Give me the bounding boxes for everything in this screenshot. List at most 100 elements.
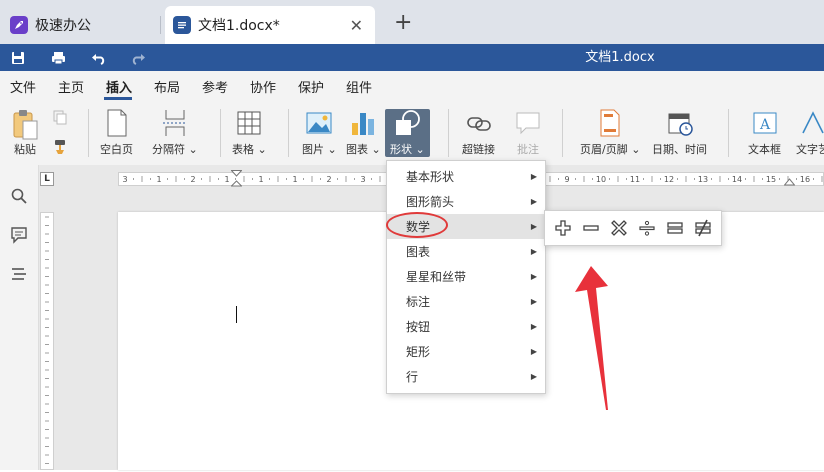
textart-button[interactable]: 文字艺 [796, 109, 824, 157]
table-button[interactable]: 表格 ⌄ [232, 109, 267, 157]
shape-label: 形状 ⌄ [390, 141, 425, 157]
paste-label: 粘贴 [14, 141, 36, 157]
textart-label: 文字艺 [796, 141, 824, 157]
calendar-icon [666, 109, 694, 137]
undo-icon[interactable] [90, 50, 106, 66]
menu-bar: 文件 主页 插入 布局 参考 协作 保护 组件 [0, 71, 824, 101]
textbox-button[interactable]: A 文本框 [748, 109, 781, 157]
menu-item-stars-ribbons[interactable]: 星星和丝带▶ [387, 264, 545, 289]
menu-plugins[interactable]: 组件 [346, 77, 372, 96]
submenu-arrow-icon: ▶ [531, 222, 537, 231]
table-icon [236, 109, 262, 137]
ribbon-divider [562, 109, 563, 157]
minus-shape-icon[interactable] [582, 219, 600, 237]
picture-icon [305, 109, 333, 137]
menu-item-basic-shapes[interactable]: 基本形状▶ [387, 164, 545, 189]
clipboard-icon [10, 109, 40, 141]
textart-icon [799, 109, 824, 137]
menu-home[interactable]: 主页 [58, 77, 84, 96]
picture-button[interactable]: 图片 ⌄ [302, 109, 337, 157]
ruler-ticks [41, 213, 53, 469]
svg-text:A: A [758, 117, 770, 133]
ruler-number: 2 [326, 175, 331, 184]
menu-item-callouts[interactable]: 标注▶ [387, 289, 545, 314]
shapes-icon [393, 109, 421, 137]
tab-document[interactable]: 文档1.docx* ✕ [165, 6, 375, 44]
menu-file[interactable]: 文件 [10, 77, 36, 96]
ruler-number: 2 [190, 175, 195, 184]
table-label: 表格 ⌄ [232, 141, 267, 157]
search-icon[interactable] [10, 187, 28, 205]
menu-item-label: 行 [406, 368, 418, 385]
new-tab-plus-icon[interactable]: + [394, 10, 412, 36]
ruler-number: 16 [800, 175, 810, 184]
plus-shape-icon[interactable] [554, 219, 572, 237]
comment-label: 批注 [517, 141, 539, 157]
header-footer-button[interactable]: 页眉/页脚 ⌄ [580, 109, 640, 157]
comment-button: 批注 [514, 109, 542, 157]
blank-page-button[interactable]: 空白页 [100, 109, 133, 157]
divide-shape-icon[interactable] [638, 219, 656, 237]
tab-app-home[interactable]: 极速办公 [0, 6, 160, 44]
close-icon[interactable]: ✕ [350, 16, 363, 35]
left-sidebar [0, 165, 39, 470]
paste-button[interactable]: 粘贴 [10, 109, 40, 157]
window-title: 文档1.docx [560, 44, 680, 71]
ruler-number: 3 [122, 175, 127, 184]
ruler-number: 1 [292, 175, 297, 184]
print-icon[interactable] [50, 50, 66, 66]
ruler-number: 11 [630, 175, 640, 184]
doc-icon [173, 16, 191, 34]
blank-page-icon [105, 109, 129, 137]
ruler-number: 9 [564, 175, 569, 184]
navigation-icon[interactable] [10, 265, 28, 283]
menu-collaborate[interactable]: 协作 [250, 77, 276, 96]
header-footer-icon [597, 109, 623, 137]
not-equal-shape-icon[interactable] [694, 219, 712, 237]
ruler-number: 15 [766, 175, 776, 184]
ruler-number: 1 [156, 175, 161, 184]
comment-panel-icon[interactable] [10, 226, 28, 244]
ruler-number: 1 [224, 175, 229, 184]
active-tab-indicator [104, 97, 132, 100]
submenu-arrow-icon: ▶ [531, 247, 537, 256]
shape-dropdown-menu: 基本形状▶ 图形箭头▶ 数学▶ 图表▶ 星星和丝带▶ 标注▶ 按钮▶ 矩形▶ 行… [386, 160, 546, 394]
chart-label: 图表 ⌄ [346, 141, 381, 157]
menu-item-label: 基本形状 [406, 168, 454, 185]
save-icon[interactable] [10, 50, 26, 66]
hyperlink-button[interactable]: 超链接 [462, 109, 495, 157]
chart-button[interactable]: 图表 ⌄ [346, 109, 381, 157]
comment-icon [514, 109, 542, 137]
menu-protect[interactable]: 保护 [298, 77, 324, 96]
menu-item-label: 图形箭头 [406, 193, 454, 210]
menu-item-arrows[interactable]: 图形箭头▶ [387, 189, 545, 214]
menu-insert[interactable]: 插入 [106, 77, 132, 96]
link-icon [465, 109, 493, 137]
ruler-number: 1 [258, 175, 263, 184]
indent-marker-icon[interactable] [231, 170, 242, 191]
ribbon-divider [448, 109, 449, 157]
ruler-number: 13 [698, 175, 708, 184]
datetime-button[interactable]: 日期、时间 [652, 109, 707, 157]
submenu-arrow-icon: ▶ [531, 372, 537, 381]
menu-item-charts[interactable]: 图表▶ [387, 239, 545, 264]
hyperlink-label: 超链接 [462, 141, 495, 157]
redo-icon[interactable] [130, 50, 146, 66]
multiply-shape-icon[interactable] [610, 219, 628, 237]
shape-button-content[interactable]: 形状 ⌄ [390, 109, 425, 157]
menu-item-label: 标注 [406, 293, 430, 310]
menu-layout[interactable]: 布局 [154, 77, 180, 96]
vertical-ruler [40, 212, 54, 470]
header-footer-label: 页眉/页脚 ⌄ [580, 141, 640, 157]
copy-icon[interactable] [52, 109, 68, 128]
ruler-tab-selector[interactable]: L [40, 172, 54, 186]
equal-shape-icon[interactable] [666, 219, 684, 237]
menu-item-rectangles[interactable]: 矩形▶ [387, 339, 545, 364]
separator-button[interactable]: 分隔符 ⌄ [152, 109, 198, 157]
menu-item-lines[interactable]: 行▶ [387, 364, 545, 389]
menu-references[interactable]: 参考 [202, 77, 228, 96]
menu-item-buttons[interactable]: 按钮▶ [387, 314, 545, 339]
ribbon-divider [728, 109, 729, 157]
right-indent-marker-icon[interactable] [784, 174, 795, 189]
format-painter-icon[interactable] [52, 139, 68, 158]
